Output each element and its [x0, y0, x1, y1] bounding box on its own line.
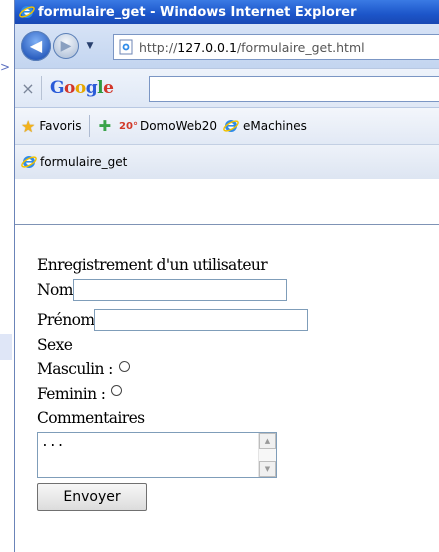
history-dropdown-button[interactable]: ▼: [83, 41, 97, 51]
prenom-input[interactable]: [94, 309, 309, 332]
highlight-bar: [0, 334, 12, 360]
arrow-left-icon: ◀: [29, 36, 43, 55]
registration-form: Enregistrement d'un utilisateur Nom Prén…: [37, 253, 309, 511]
page-content: Enregistrement d'un utilisateur Nom Prén…: [15, 224, 439, 552]
favorites-label: Favoris: [39, 119, 82, 133]
favorites-divider: [89, 115, 91, 137]
tab-formulaire-get[interactable]: formulaire_get: [15, 154, 127, 170]
feminin-row: Feminin :: [37, 382, 308, 407]
address-bar[interactable]: http://127.0.0.1/formulaire_get.html: [113, 34, 439, 60]
close-toolbar-button[interactable]: ×: [17, 79, 39, 98]
internet-explorer-icon: [19, 6, 35, 18]
favorite-item-emachines[interactable]: eMachines: [217, 118, 307, 134]
url-prefix: http://: [139, 39, 178, 55]
star-icon: ★: [21, 116, 36, 136]
prenom-row: Prénom: [37, 308, 309, 333]
arrow-right-icon: ▶: [60, 38, 72, 54]
chevron-right-icon: >: [0, 60, 11, 74]
internet-explorer-icon: [223, 120, 239, 132]
title-bar: formulaire_get - Windows Internet Explor…: [15, 0, 439, 24]
google-logo[interactable]: Google: [50, 78, 114, 98]
favorite-item-emachines-label: eMachines: [243, 119, 307, 133]
google-search-input[interactable]: [149, 76, 439, 102]
feminin-label: Feminin :: [37, 384, 106, 403]
tab-bar: formulaire_get: [15, 144, 439, 179]
form-heading: Enregistrement d'un utilisateur: [37, 256, 268, 275]
commentaires-label: Commentaires: [37, 409, 145, 428]
scroll-up-icon[interactable]: ▲: [259, 432, 276, 449]
favorites-button[interactable]: ★ Favoris: [15, 117, 81, 136]
commentaires-value: ...: [41, 434, 65, 450]
back-button[interactable]: ◀: [21, 31, 51, 61]
masculin-label: Masculin :: [37, 360, 113, 379]
scroll-down-icon[interactable]: ▼: [259, 460, 276, 477]
textarea-scrollbar[interactable]: ▲ ▼: [258, 432, 276, 477]
nom-label: Nom: [37, 280, 73, 299]
masculin-radio[interactable]: [118, 360, 130, 372]
internet-explorer-icon: [21, 156, 37, 168]
browser-window: formulaire_get - Windows Internet Explor…: [14, 0, 439, 552]
window-title: formulaire_get - Windows Internet Explor…: [38, 4, 357, 20]
url-path: /formulaire_get.html: [236, 39, 365, 55]
commentaires-textarea[interactable]: ... ▲ ▼: [37, 431, 277, 478]
google-toolbar: × Google: [15, 68, 439, 108]
prenom-label: Prénom: [37, 311, 95, 330]
navigation-bar: ◀ ▶ ▼ http://127.0.0.1/formulaire_get.ht…: [15, 24, 439, 68]
forward-button[interactable]: ▶: [53, 33, 79, 59]
favorites-bar: ★ Favoris ✚ 20° DomoWeb20 eMachines: [15, 108, 439, 144]
page-icon: [119, 39, 133, 55]
toolbar-divider: [41, 76, 42, 100]
masculin-row: Masculin :: [37, 357, 308, 382]
favorite-item-domoweb-label: DomoWeb20: [139, 119, 218, 133]
tab-label: formulaire_get: [40, 155, 128, 169]
feminin-radio[interactable]: [111, 385, 123, 397]
nom-row: Nom: [37, 278, 308, 303]
temperature-badge: 20°: [119, 120, 138, 132]
favorite-item-domoweb[interactable]: 20° DomoWeb20: [119, 119, 217, 133]
submit-button[interactable]: Envoyer: [37, 482, 147, 511]
sexe-label: Sexe: [37, 335, 73, 354]
url-host: 127.0.0.1: [177, 39, 237, 55]
nom-input[interactable]: [72, 278, 287, 301]
add-favorite-icon[interactable]: ✚: [98, 117, 111, 135]
